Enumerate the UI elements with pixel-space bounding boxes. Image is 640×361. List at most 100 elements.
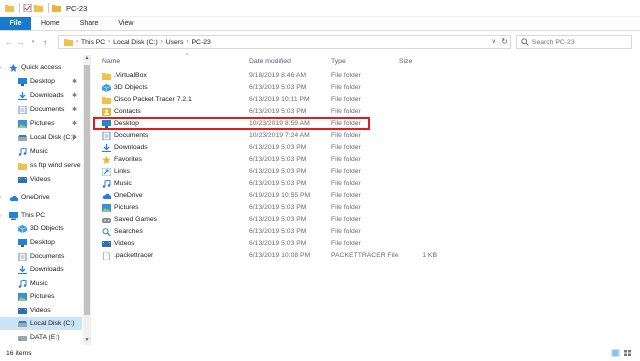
new-folder-icon[interactable] xyxy=(34,4,43,12)
recent-locations-icon[interactable]: ▾ xyxy=(27,35,39,49)
properties-icon[interactable] xyxy=(23,4,32,12)
up-arrow-icon[interactable]: ↑ xyxy=(39,35,51,49)
nav-scrollbar[interactable]: ▲ ▼ xyxy=(83,55,91,345)
file-row[interactable]: Music 6/13/2019 5:03 PM File folder xyxy=(96,178,632,189)
nav-item-desktop-pc[interactable]: Desktop xyxy=(18,236,92,249)
file-row[interactable]: Videos 6/13/2019 5:03 PM File folder xyxy=(96,238,632,249)
nav-item-ss-ftp[interactable]: ss ftp wind serve xyxy=(18,159,92,172)
column-header-date[interactable]: Date modified xyxy=(249,55,329,67)
file-type: File folder xyxy=(331,168,361,175)
nav-item-downloads-pc[interactable]: Downloads xyxy=(18,263,92,276)
scroll-up-icon[interactable]: ▲ xyxy=(83,55,91,63)
nav-item-documents-pc[interactable]: Documents xyxy=(18,250,92,263)
nav-item-downloads[interactable]: Downloads ✱ xyxy=(18,89,92,102)
forward-arrow-icon[interactable]: → xyxy=(15,35,27,49)
chevron-right-icon[interactable]: › xyxy=(108,39,110,45)
drive-icon xyxy=(18,134,27,141)
nav-item-data-drive[interactable]: DATA (E:) xyxy=(18,331,92,344)
chevron-right-icon[interactable]: › xyxy=(76,39,78,45)
file-row[interactable]: OneDrive 6/19/2019 10:55 PM File folder xyxy=(96,190,632,201)
file-row[interactable]: Downloads 6/13/2019 5:03 PM File folder xyxy=(96,142,632,153)
folder-icon xyxy=(64,39,73,46)
tab-home[interactable]: Home xyxy=(31,17,70,30)
details-view-icon[interactable] xyxy=(611,349,620,357)
nav-item-label: Documents xyxy=(30,106,65,113)
file-date: 6/13/2019 5:03 PM xyxy=(249,228,307,235)
file-row[interactable]: Documents 10/23/2019 7:24 AM File folder xyxy=(96,130,632,141)
nav-item-local-disk-pc[interactable]: Local Disk (C:) xyxy=(0,317,82,330)
file-name: Music xyxy=(114,180,132,187)
file-row[interactable]: .packettracer 6/13/2019 10:08 PM PACKETT… xyxy=(96,250,632,261)
cloud-icon xyxy=(9,195,18,201)
file-name: Videos xyxy=(114,240,135,247)
refresh-icon[interactable]: ↻ xyxy=(501,37,508,46)
nav-item-videos[interactable]: Videos xyxy=(18,173,92,186)
nav-item-videos-pc[interactable]: Videos xyxy=(18,304,92,317)
file-name: .packettracer xyxy=(114,252,154,259)
pin-icon[interactable]: ✱ xyxy=(72,134,77,141)
tab-share[interactable]: Share xyxy=(70,17,109,30)
address-bar[interactable]: › This PC › Local Disk (C:) › Users › PC… xyxy=(58,35,511,49)
column-header-name[interactable]: Name ^ xyxy=(102,53,242,67)
nav-item-label: Local Disk (C:) xyxy=(30,320,75,327)
file-name: Pictures xyxy=(114,204,139,211)
breadcrumb-pc-23[interactable]: PC-23 xyxy=(192,39,211,46)
breadcrumb-local-disk[interactable]: Local Disk (C:) xyxy=(113,39,158,46)
highlight-box xyxy=(93,117,370,130)
file-row[interactable]: Favorites 6/13/2019 5:03 PM File folder xyxy=(96,154,632,165)
file-list: Name ^ Date modified Type Size .VirtualB… xyxy=(92,53,640,345)
chevron-right-icon[interactable]: › xyxy=(0,195,9,201)
search-input[interactable] xyxy=(531,38,631,46)
breadcrumb-users[interactable]: Users xyxy=(166,39,184,46)
nav-item-label: Pictures xyxy=(30,120,55,127)
pin-icon[interactable]: ✱ xyxy=(72,78,77,85)
back-arrow-icon[interactable]: ← xyxy=(3,35,15,49)
nav-item-pictures[interactable]: Pictures ✱ xyxy=(18,117,92,130)
file-row[interactable]: .VirtualBox 9/18/2019 8:46 AM File folde… xyxy=(96,70,632,81)
search-box[interactable] xyxy=(516,35,632,49)
file-type: File folder xyxy=(331,84,361,91)
breadcrumb-this-pc[interactable]: This PC xyxy=(81,39,105,46)
computer-icon xyxy=(9,211,18,220)
large-icons-view-icon[interactable] xyxy=(623,349,632,357)
scrollbar-thumb[interactable] xyxy=(84,65,90,315)
file-row[interactable]: 3D Objects 6/13/2019 5:03 PM File folder xyxy=(96,82,632,93)
file-row[interactable]: Contacts 6/13/2019 5:03 PM File folder xyxy=(96,106,632,117)
pictures-icon xyxy=(18,119,27,128)
chevron-down-icon[interactable]: ∨ xyxy=(492,38,496,45)
column-header-size[interactable]: Size xyxy=(399,55,439,67)
ribbon-tabs: File Home Share View xyxy=(0,17,640,31)
file-row[interactable]: Cisco Packet Tracer 7.2.1 6/13/2019 10:1… xyxy=(96,94,632,105)
file-name: Downloads xyxy=(114,144,148,151)
chevron-right-icon[interactable]: › xyxy=(161,39,163,45)
nav-quick-access[interactable]: › Quick access xyxy=(0,61,80,74)
nav-item-documents[interactable]: Documents ✱ xyxy=(18,103,92,116)
pin-icon[interactable]: ✱ xyxy=(72,106,77,113)
pin-icon[interactable]: ✱ xyxy=(72,92,77,99)
nav-this-pc[interactable]: › This PC xyxy=(0,209,80,222)
nav-item-music[interactable]: Music xyxy=(18,145,92,158)
pin-icon[interactable]: ✱ xyxy=(72,120,77,127)
star-icon xyxy=(9,63,18,72)
status-bar: 16 items xyxy=(0,346,640,361)
nav-item-label: Desktop xyxy=(30,78,55,85)
file-row[interactable]: Saved Games 6/13/2019 5:03 PM File folde… xyxy=(96,214,632,225)
column-header-type[interactable]: Type xyxy=(331,55,391,67)
nav-item-local-disk[interactable]: Local Disk (C:) ✱ xyxy=(18,131,92,144)
file-row[interactable]: Pictures 6/13/2019 5:03 PM File folder xyxy=(96,202,632,213)
chevron-down-icon[interactable]: › xyxy=(0,213,9,219)
nav-item-3d-objects[interactable]: 3D Objects xyxy=(18,222,92,235)
nav-item-desktop[interactable]: Desktop ✱ xyxy=(18,75,92,88)
file-row[interactable]: Searches 6/13/2019 5:03 PM File folder xyxy=(96,226,632,237)
nav-item-music-pc[interactable]: Music xyxy=(18,277,92,290)
chevron-right-icon[interactable]: › xyxy=(187,39,189,45)
scroll-down-icon[interactable]: ▼ xyxy=(83,337,91,345)
tab-view[interactable]: View xyxy=(108,17,143,30)
nav-item-pictures-pc[interactable]: Pictures xyxy=(18,290,92,303)
tab-file[interactable]: File xyxy=(0,17,31,30)
file-name: Links xyxy=(114,168,130,175)
chevron-down-icon[interactable]: › xyxy=(0,65,9,71)
file-row[interactable]: Links 6/13/2019 5:03 PM File folder xyxy=(96,166,632,177)
nav-onedrive[interactable]: › OneDrive xyxy=(0,191,80,204)
file-icon xyxy=(103,251,110,260)
